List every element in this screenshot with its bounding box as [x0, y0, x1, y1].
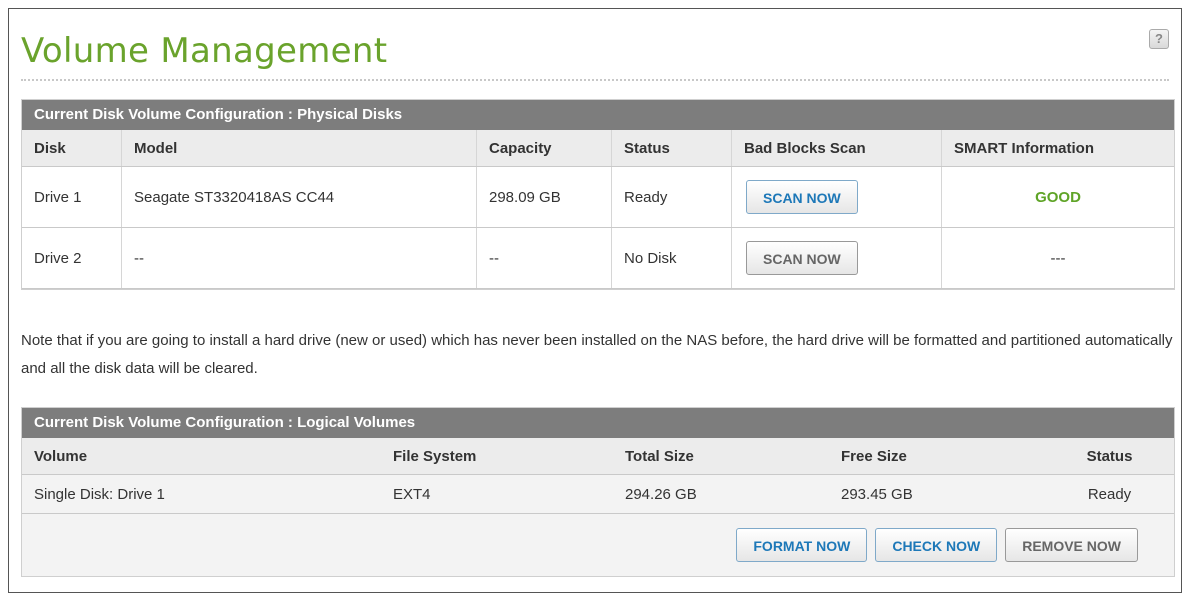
volume-status-cell: Ready [1045, 474, 1174, 514]
physical-disks-table: Disk Model Capacity Status Bad Blocks Sc… [22, 130, 1174, 289]
physical-disks-header: Current Disk Volume Configuration : Phys… [22, 100, 1174, 130]
capacity-cell: 298.09 GB [476, 166, 612, 228]
table-header-row: Disk Model Capacity Status Bad Blocks Sc… [22, 130, 1174, 167]
model-cell: Seagate ST3320418AS CC44 [121, 166, 477, 228]
column-header-total-size: Total Size [613, 438, 829, 475]
logical-volumes-header: Current Disk Volume Configuration : Logi… [22, 408, 1174, 438]
table-header-row: Volume File System Total Size Free Size … [22, 438, 1174, 475]
volume-cell: Single Disk: Drive 1 [22, 474, 381, 514]
remove-now-button[interactable]: REMOVE NOW [1005, 528, 1138, 562]
column-header-capacity: Capacity [476, 130, 612, 167]
column-header-model: Model [121, 130, 477, 167]
table-row: Single Disk: Drive 1 EXT4 294.26 GB 293.… [22, 474, 1174, 514]
column-header-status: Status [611, 130, 732, 167]
column-header-bad-blocks-scan: Bad Blocks Scan [731, 130, 942, 167]
file-system-cell: EXT4 [381, 474, 613, 514]
column-header-status: Status [1045, 438, 1174, 475]
total-size-cell: 294.26 GB [613, 474, 829, 514]
install-note: Note that if you are going to install a … [21, 332, 1173, 377]
disk-cell: Drive 1 [22, 166, 122, 228]
page-title: Volume Management [21, 31, 388, 71]
table-row: Drive 2 -- -- No Disk SCAN NOW --- [22, 227, 1174, 289]
capacity-cell: -- [476, 227, 612, 289]
check-now-button[interactable]: CHECK NOW [875, 528, 998, 562]
scan-cell: SCAN NOW [731, 166, 942, 228]
help-icon[interactable]: ? [1149, 29, 1169, 49]
smart-status-good: GOOD [1035, 188, 1081, 206]
logical-volumes-table: Volume File System Total Size Free Size … [22, 438, 1174, 514]
status-cell: Ready [611, 166, 732, 228]
smart-cell: --- [941, 227, 1174, 289]
scan-now-button-drive-1[interactable]: SCAN NOW [746, 180, 858, 214]
format-now-button[interactable]: FORMAT NOW [736, 528, 868, 562]
scan-now-button-drive-2[interactable]: SCAN NOW [746, 241, 858, 275]
disk-cell: Drive 2 [22, 227, 122, 289]
column-header-disk: Disk [22, 130, 122, 167]
volume-action-buttons: FORMAT NOW CHECK NOW REMOVE NOW [736, 528, 1138, 562]
title-divider [21, 79, 1169, 81]
column-header-smart-information: SMART Information [941, 130, 1174, 167]
free-size-cell: 293.45 GB [829, 474, 1045, 514]
scan-cell: SCAN NOW [731, 227, 942, 289]
column-header-file-system: File System [381, 438, 613, 475]
column-header-volume: Volume [22, 438, 381, 475]
volume-management-frame: Volume Management ? Current Disk Volume … [8, 8, 1182, 593]
logical-volumes-panel: Current Disk Volume Configuration : Logi… [21, 407, 1175, 577]
table-row: Drive 1 Seagate ST3320418AS CC44 298.09 … [22, 166, 1174, 228]
smart-cell: GOOD [941, 166, 1174, 228]
column-header-free-size: Free Size [829, 438, 1045, 475]
volume-actions-bar: FORMAT NOW CHECK NOW REMOVE NOW [22, 514, 1174, 576]
status-cell: No Disk [611, 227, 732, 289]
model-cell: -- [121, 227, 477, 289]
physical-disks-panel: Current Disk Volume Configuration : Phys… [21, 99, 1175, 290]
